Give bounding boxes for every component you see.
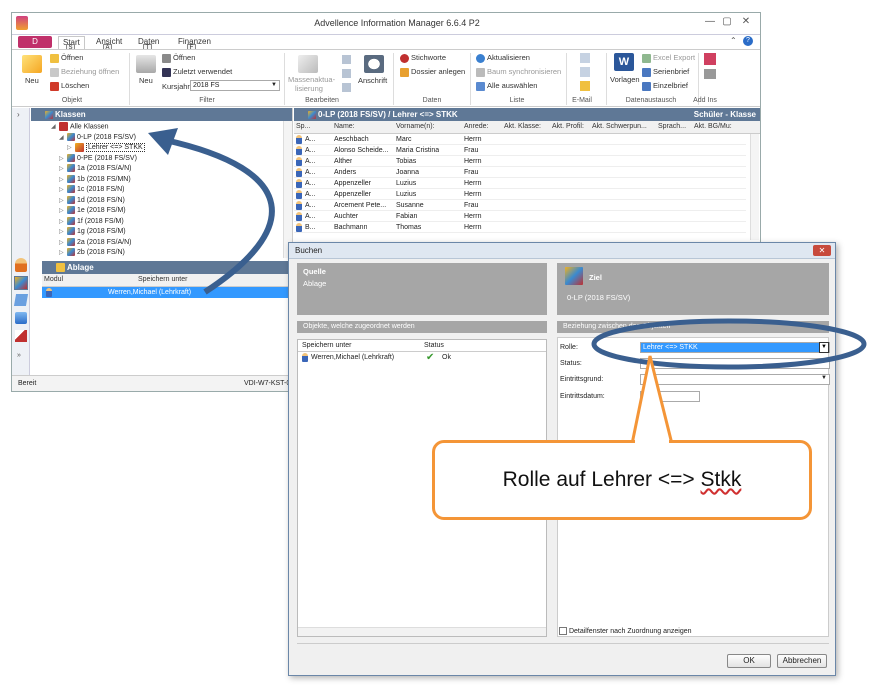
callout-pointer-cover — [635, 438, 669, 444]
callout-text: Rolle auf Lehrer <=> — [502, 468, 701, 491]
callout-text-underlined: Stkk — [700, 468, 742, 491]
callout-pointer — [630, 355, 674, 446]
callout-box: Rolle auf Lehrer <=> Stkk — [432, 440, 812, 520]
